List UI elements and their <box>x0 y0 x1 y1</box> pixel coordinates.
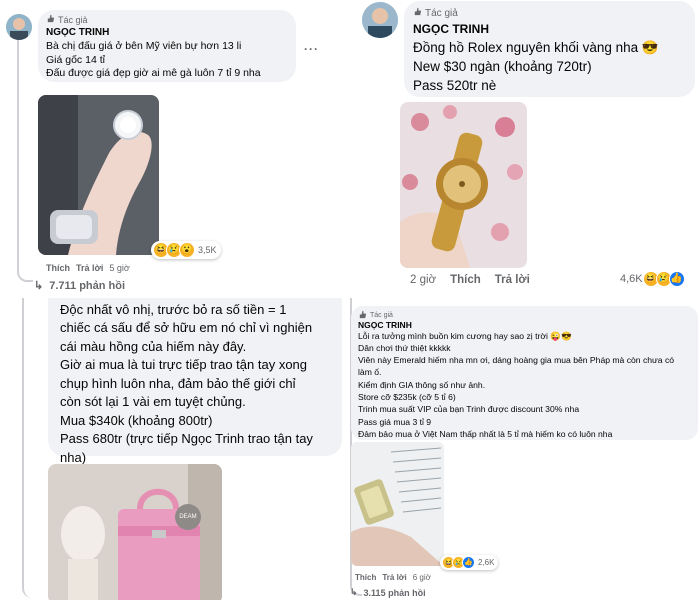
reaction-summary[interactable]: 😆 😢 👍 2,6K <box>440 555 499 570</box>
like-reaction-icon: 👍 <box>668 271 685 287</box>
comment-text-line: Bà chị đấu giá ở bên Mỹ viên bự hơn 13 l… <box>46 40 242 52</box>
author-badge: Tác giả <box>46 14 88 25</box>
comment-text-line: Pass 520tr nè <box>413 78 497 93</box>
timestamp[interactable]: 6 giờ <box>413 573 431 582</box>
reaction-summary[interactable]: 4,6K 😆 😢 👍 <box>618 270 689 288</box>
comment-text-line: Dân chơi thứ thiệt kkkkk <box>358 343 451 353</box>
timestamp[interactable]: 5 giờ <box>109 263 129 273</box>
comment-text-line: chụp hình luôn nha, đảm bảo thế giới chỉ <box>60 376 296 391</box>
comment-text-line: Lỗi ra tưởng mình buồn kim cương hay sao… <box>358 331 572 341</box>
author-badge-icon <box>413 7 422 19</box>
comment-text-line: Store cỡ $235k (cỡ 5 tỉ 6) <box>358 392 456 402</box>
comment-text-line: Độc nhất vô nhị, trước bỏ ra số tiền = 1 <box>60 302 287 317</box>
more-options-icon[interactable]: ··· <box>304 42 319 56</box>
brand-tag-logo: DEAM <box>175 504 201 530</box>
timestamp[interactable]: 2 giờ <box>410 274 436 286</box>
comment-text-line: Trinh mua suất VIP của bạn Trinh được di… <box>358 404 580 414</box>
author-badge-icon <box>46 14 55 25</box>
author-badge-label: Tác giả <box>425 7 458 19</box>
view-replies-link[interactable]: ↳ 3.115 phản hồi <box>350 587 426 598</box>
replies-count: 3.115 phản hồi <box>363 587 426 598</box>
view-replies-link[interactable]: ↳ 7.711 phản hồi <box>34 279 126 293</box>
author-name[interactable]: NGỌC TRINH <box>358 320 412 330</box>
comment-text-line: Mua $340k (khoảng 800tr) <box>60 413 213 428</box>
comment-text-line: Viên này Emerald hiếm nha mn ơi, dáng ho… <box>358 355 675 365</box>
comment-bubble: Tác giả NGỌC TRINH Lỗi ra tưởng mình buồ… <box>351 306 698 440</box>
reply-arrow-icon: ↳ <box>350 587 358 597</box>
comment-photo-rolex[interactable] <box>400 102 527 268</box>
comment-photo-ring-watch[interactable] <box>38 95 159 255</box>
replies-count: 7.711 phản hồi <box>49 279 126 292</box>
comment-text-line: còn sót lại 1 vài em tuyệt chủng. <box>60 394 246 409</box>
comment-text-line: New $30 ngàn (khoảng 720tr) <box>413 59 592 74</box>
comment-actions: Thích Trả lời 5 giờ <box>46 263 130 273</box>
reply-thread-line <box>17 40 33 282</box>
comment-text-line: Giờ ai mua là tui trực tiếp trao tận tay… <box>60 357 308 372</box>
author-name[interactable]: NGỌC TRINH <box>46 27 109 38</box>
comment-text-line: Pass giá mua 3 tỉ 9 <box>358 417 432 427</box>
comment-bubble: Tác giả NGỌC TRINH Đồng hồ Rolex nguyên … <box>404 1 695 97</box>
reaction-summary[interactable]: 😆 😢 😮 3,5K <box>151 241 221 259</box>
reply-link[interactable]: Trả lời <box>495 274 530 286</box>
author-badge: Tác giả <box>413 7 458 19</box>
comment-text-line: cái màu hồng của hiếm này đây. <box>60 339 247 354</box>
comment-bubble: Độc nhất vô nhị, trước bỏ ra số tiền = 1… <box>48 298 342 465</box>
comment-text-line: nha) <box>60 450 87 465</box>
avatar[interactable] <box>362 2 398 38</box>
author-name[interactable]: NGỌC TRINH <box>413 22 489 36</box>
reply-link[interactable]: Trả lời <box>382 573 406 582</box>
avatar[interactable] <box>6 14 32 40</box>
like-link[interactable]: Thích <box>46 263 70 273</box>
reply-link[interactable]: Trả lời <box>76 263 103 273</box>
reply-thread-line <box>22 298 34 598</box>
author-badge-label: Tác giả <box>370 312 393 319</box>
reply-arrow-icon: ↳ <box>34 280 44 292</box>
author-badge-label: Tác giả <box>58 14 88 25</box>
comment-panel-2: Tác giả NGỌC TRINH Đồng hồ Rolex nguyên … <box>352 0 700 296</box>
comment-panel-1: Tác giả NGỌC TRINH Bà chị đấu giá ở bên … <box>0 0 348 296</box>
comment-photo-pink-birkin[interactable] <box>48 464 222 600</box>
comment-text-line: Giá gốc 14 tỉ <box>46 54 105 66</box>
comment-panel-4: Tác giả NGỌC TRINH Lỗi ra tưởng mình buồ… <box>346 298 700 600</box>
comment-actions: Thích Trả lời 6 giờ <box>355 573 431 582</box>
reaction-count: 4,6K <box>620 273 643 285</box>
like-link[interactable]: Thích <box>450 274 481 286</box>
wow-reaction-icon: 😮 <box>179 242 195 258</box>
comment-text-line: chiếc cá sấu để sở hữu em nó chỉ vì nghi… <box>60 320 313 335</box>
comment-text-line: Pass 680tr (trực tiếp Ngọc Trinh trao tậ… <box>60 431 313 446</box>
comment-text-line: làm ố. <box>358 367 382 377</box>
comment-text-line: Đảm bảo mua ở Việt Nam thấp nhất là 5 tỉ… <box>358 429 613 439</box>
comment-bubble: Tác giả NGỌC TRINH Bà chị đấu giá ở bên … <box>38 10 296 82</box>
comment-panel-3: Độc nhất vô nhị, trước bỏ ra số tiền = 1… <box>0 298 346 600</box>
reaction-count: 2,6K <box>478 558 495 567</box>
comment-text-line: Kiểm định GIA thông số như ảnh. <box>358 380 486 390</box>
comment-text-line: Đấu được giá đẹp giờ ai mê gà luôn 7 tỉ … <box>46 67 261 79</box>
comment-actions: 2 giờ Thích Trả lời <box>410 274 530 286</box>
comment-photo-emerald-certificate[interactable] <box>351 442 444 566</box>
reaction-count: 3,5K <box>198 245 217 255</box>
like-reaction-icon: 👍 <box>462 556 475 569</box>
comment-text-line: Đồng hồ Rolex nguyên khối vàng nha 😎 <box>413 40 659 55</box>
like-link[interactable]: Thích <box>355 573 376 582</box>
